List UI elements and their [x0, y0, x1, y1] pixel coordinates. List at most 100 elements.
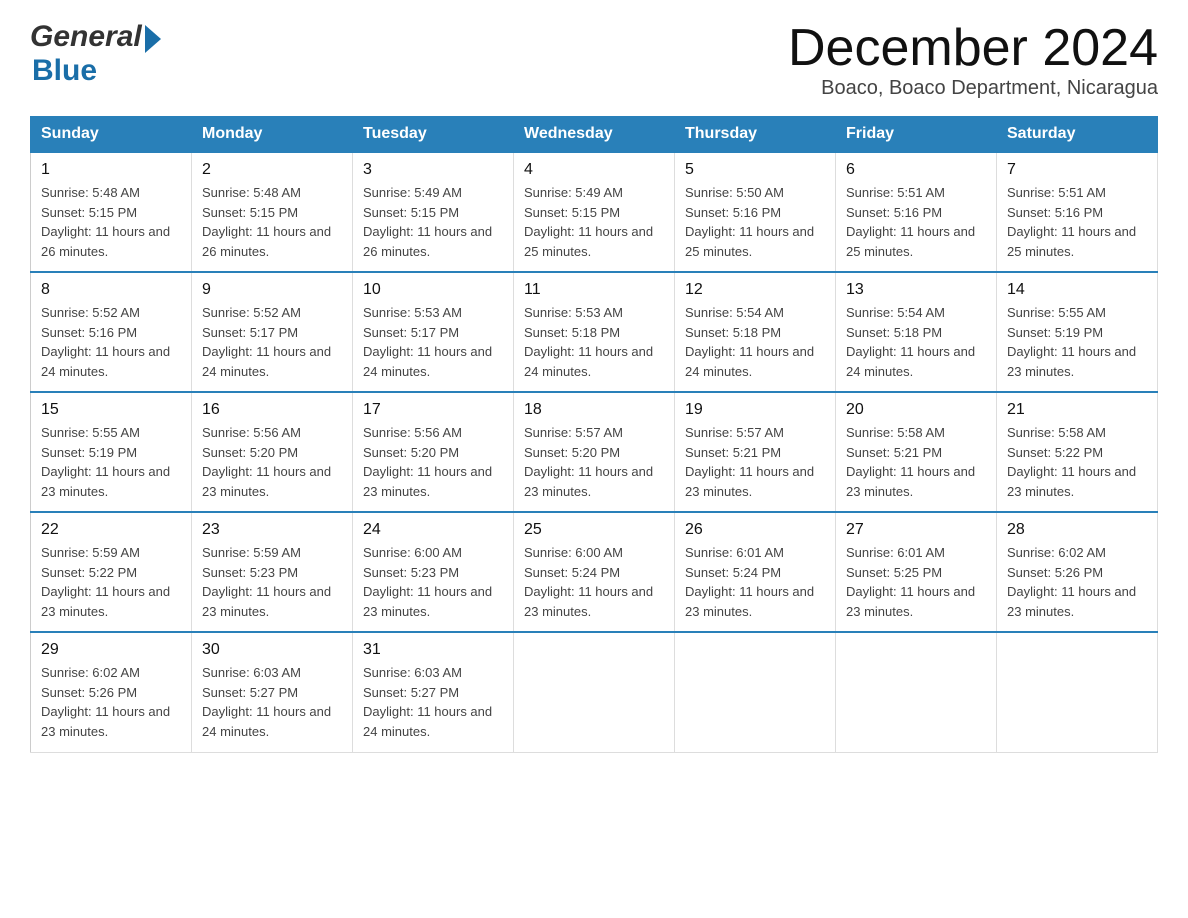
daylight-label: Daylight: 11 hours and 24 minutes. [846, 344, 975, 379]
day-info: Sunrise: 5:56 AM Sunset: 5:20 PM Dayligh… [363, 423, 503, 501]
day-info: Sunrise: 5:48 AM Sunset: 5:15 PM Dayligh… [202, 183, 342, 261]
sunset-label: Sunset: 5:17 PM [363, 325, 459, 340]
day-number: 2 [202, 161, 342, 179]
day-info: Sunrise: 5:51 AM Sunset: 5:16 PM Dayligh… [846, 183, 986, 261]
header-wednesday: Wednesday [514, 117, 675, 153]
day-number: 7 [1007, 161, 1147, 179]
table-row [514, 632, 675, 752]
daylight-label: Daylight: 11 hours and 23 minutes. [685, 464, 814, 499]
daylight-label: Daylight: 11 hours and 23 minutes. [846, 464, 975, 499]
sunset-label: Sunset: 5:25 PM [846, 565, 942, 580]
table-row: 1 Sunrise: 5:48 AM Sunset: 5:15 PM Dayli… [31, 152, 192, 272]
day-info: Sunrise: 5:55 AM Sunset: 5:19 PM Dayligh… [1007, 303, 1147, 381]
sunset-label: Sunset: 5:15 PM [202, 205, 298, 220]
table-row: 20 Sunrise: 5:58 AM Sunset: 5:21 PM Dayl… [836, 392, 997, 512]
sunset-label: Sunset: 5:20 PM [524, 445, 620, 460]
table-row: 8 Sunrise: 5:52 AM Sunset: 5:16 PM Dayli… [31, 272, 192, 392]
day-info: Sunrise: 5:59 AM Sunset: 5:22 PM Dayligh… [41, 543, 181, 621]
daylight-label: Daylight: 11 hours and 24 minutes. [685, 344, 814, 379]
table-row: 18 Sunrise: 5:57 AM Sunset: 5:20 PM Dayl… [514, 392, 675, 512]
table-row: 11 Sunrise: 5:53 AM Sunset: 5:18 PM Dayl… [514, 272, 675, 392]
day-number: 1 [41, 161, 181, 179]
daylight-label: Daylight: 11 hours and 23 minutes. [1007, 464, 1136, 499]
sunrise-label: Sunrise: 5:55 AM [41, 425, 140, 440]
sunrise-label: Sunrise: 5:54 AM [685, 305, 784, 320]
day-info: Sunrise: 6:02 AM Sunset: 5:26 PM Dayligh… [41, 663, 181, 741]
daylight-label: Daylight: 11 hours and 23 minutes. [846, 584, 975, 619]
day-number: 24 [363, 521, 503, 539]
day-number: 3 [363, 161, 503, 179]
sunrise-label: Sunrise: 6:00 AM [363, 545, 462, 560]
table-row [675, 632, 836, 752]
daylight-label: Daylight: 11 hours and 24 minutes. [524, 344, 653, 379]
day-number: 30 [202, 641, 342, 659]
table-row: 3 Sunrise: 5:49 AM Sunset: 5:15 PM Dayli… [353, 152, 514, 272]
sunrise-label: Sunrise: 5:56 AM [363, 425, 462, 440]
table-row: 19 Sunrise: 5:57 AM Sunset: 5:21 PM Dayl… [675, 392, 836, 512]
logo-arrow-icon [145, 25, 161, 53]
day-info: Sunrise: 5:58 AM Sunset: 5:22 PM Dayligh… [1007, 423, 1147, 501]
daylight-label: Daylight: 11 hours and 23 minutes. [363, 464, 492, 499]
day-info: Sunrise: 5:49 AM Sunset: 5:15 PM Dayligh… [524, 183, 664, 261]
sunrise-label: Sunrise: 5:59 AM [41, 545, 140, 560]
day-info: Sunrise: 6:03 AM Sunset: 5:27 PM Dayligh… [202, 663, 342, 741]
sunset-label: Sunset: 5:16 PM [846, 205, 942, 220]
day-number: 17 [363, 401, 503, 419]
sunrise-label: Sunrise: 5:59 AM [202, 545, 301, 560]
day-info: Sunrise: 6:01 AM Sunset: 5:24 PM Dayligh… [685, 543, 825, 621]
day-info: Sunrise: 5:49 AM Sunset: 5:15 PM Dayligh… [363, 183, 503, 261]
sunset-label: Sunset: 5:19 PM [41, 445, 137, 460]
header-friday: Friday [836, 117, 997, 153]
table-row: 14 Sunrise: 5:55 AM Sunset: 5:19 PM Dayl… [997, 272, 1158, 392]
day-number: 29 [41, 641, 181, 659]
table-row: 25 Sunrise: 6:00 AM Sunset: 5:24 PM Dayl… [514, 512, 675, 632]
day-info: Sunrise: 5:54 AM Sunset: 5:18 PM Dayligh… [846, 303, 986, 381]
sunset-label: Sunset: 5:21 PM [846, 445, 942, 460]
table-row: 27 Sunrise: 6:01 AM Sunset: 5:25 PM Dayl… [836, 512, 997, 632]
sunrise-label: Sunrise: 5:48 AM [41, 185, 140, 200]
table-row: 31 Sunrise: 6:03 AM Sunset: 5:27 PM Dayl… [353, 632, 514, 752]
sunset-label: Sunset: 5:27 PM [363, 685, 459, 700]
day-number: 23 [202, 521, 342, 539]
daylight-label: Daylight: 11 hours and 24 minutes. [202, 704, 331, 739]
day-info: Sunrise: 5:59 AM Sunset: 5:23 PM Dayligh… [202, 543, 342, 621]
calendar-header: Sunday Monday Tuesday Wednesday Thursday… [31, 117, 1158, 153]
header-tuesday: Tuesday [353, 117, 514, 153]
daylight-label: Daylight: 11 hours and 23 minutes. [1007, 344, 1136, 379]
sunset-label: Sunset: 5:22 PM [41, 565, 137, 580]
sunset-label: Sunset: 5:23 PM [363, 565, 459, 580]
daylight-label: Daylight: 11 hours and 23 minutes. [1007, 584, 1136, 619]
sunrise-label: Sunrise: 5:57 AM [524, 425, 623, 440]
day-number: 20 [846, 401, 986, 419]
table-row: 29 Sunrise: 6:02 AM Sunset: 5:26 PM Dayl… [31, 632, 192, 752]
sunrise-label: Sunrise: 5:51 AM [1007, 185, 1106, 200]
table-row: 7 Sunrise: 5:51 AM Sunset: 5:16 PM Dayli… [997, 152, 1158, 272]
sunset-label: Sunset: 5:22 PM [1007, 445, 1103, 460]
sunrise-label: Sunrise: 5:53 AM [363, 305, 462, 320]
table-row: 21 Sunrise: 5:58 AM Sunset: 5:22 PM Dayl… [997, 392, 1158, 512]
sunset-label: Sunset: 5:20 PM [202, 445, 298, 460]
sunset-label: Sunset: 5:19 PM [1007, 325, 1103, 340]
sunrise-label: Sunrise: 5:53 AM [524, 305, 623, 320]
daylight-label: Daylight: 11 hours and 25 minutes. [1007, 224, 1136, 259]
daylight-label: Daylight: 11 hours and 23 minutes. [41, 704, 170, 739]
table-row: 16 Sunrise: 5:56 AM Sunset: 5:20 PM Dayl… [192, 392, 353, 512]
sunset-label: Sunset: 5:24 PM [524, 565, 620, 580]
sunset-label: Sunset: 5:18 PM [685, 325, 781, 340]
table-row: 23 Sunrise: 5:59 AM Sunset: 5:23 PM Dayl… [192, 512, 353, 632]
sunset-label: Sunset: 5:16 PM [41, 325, 137, 340]
daylight-label: Daylight: 11 hours and 24 minutes. [363, 344, 492, 379]
daylight-label: Daylight: 11 hours and 26 minutes. [363, 224, 492, 259]
day-info: Sunrise: 6:01 AM Sunset: 5:25 PM Dayligh… [846, 543, 986, 621]
logo-blue-text: Blue [32, 54, 97, 87]
day-number: 19 [685, 401, 825, 419]
sunrise-label: Sunrise: 5:58 AM [1007, 425, 1106, 440]
sunrise-label: Sunrise: 5:55 AM [1007, 305, 1106, 320]
calendar-body: 1 Sunrise: 5:48 AM Sunset: 5:15 PM Dayli… [31, 152, 1158, 752]
sunset-label: Sunset: 5:15 PM [41, 205, 137, 220]
sunrise-label: Sunrise: 6:00 AM [524, 545, 623, 560]
day-number: 26 [685, 521, 825, 539]
sunset-label: Sunset: 5:21 PM [685, 445, 781, 460]
sunset-label: Sunset: 5:24 PM [685, 565, 781, 580]
sunrise-label: Sunrise: 5:52 AM [202, 305, 301, 320]
